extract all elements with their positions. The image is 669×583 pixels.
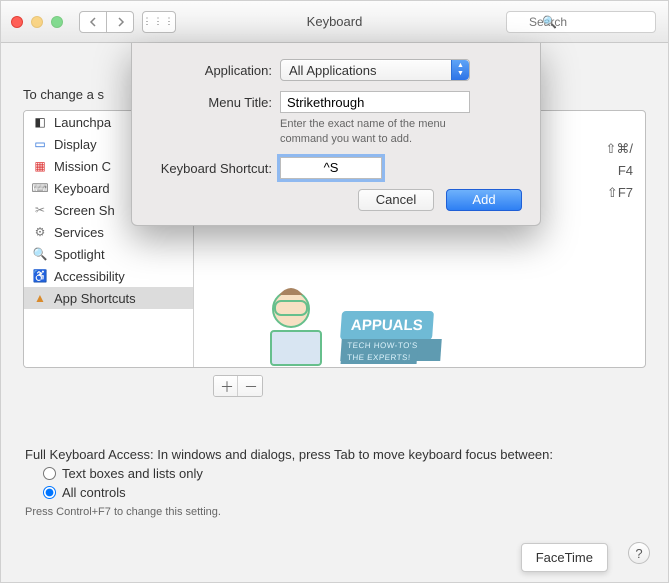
shortcut-input[interactable] <box>280 157 382 179</box>
search-field-wrap: 🔍 <box>506 11 656 33</box>
search-input[interactable] <box>506 11 656 33</box>
sidebar-item-label: Spotlight <box>54 247 105 262</box>
show-all-button[interactable]: ⋮⋮⋮ <box>142 11 176 33</box>
sidebar-item-icon: ▭ <box>32 136 48 152</box>
close-window-button[interactable] <box>11 16 23 28</box>
chevron-right-icon <box>116 17 125 27</box>
shortcut-label: Keyboard Shortcut: <box>150 157 280 176</box>
radio-all-controls[interactable]: All controls <box>43 485 644 500</box>
sidebar-item-label: Display <box>54 137 97 152</box>
sidebar-item-icon: ♿ <box>32 268 48 284</box>
cancel-button[interactable]: Cancel <box>358 189 434 211</box>
sidebar-item[interactable]: 🔍 Spotlight <box>24 243 193 265</box>
popover-label: FaceTime <box>536 550 593 565</box>
radio-textboxes-only[interactable]: Text boxes and lists only <box>43 466 644 481</box>
sidebar-item[interactable]: ▲ App Shortcuts <box>24 287 193 309</box>
add-remove-controls: ＋ － <box>213 375 263 397</box>
top-description-left: To change a s <box>23 87 104 102</box>
bottom-area: Full Keyboard Access: In windows and dia… <box>1 411 668 518</box>
prefs-window: ⋮⋮⋮ Keyboard 🔍 To change a s eys. ◧Launc… <box>0 0 669 583</box>
radio-textboxes-only-input[interactable] <box>43 467 56 480</box>
sidebar-item[interactable]: ♿ Accessibility <box>24 265 193 287</box>
sidebar-item-label: App Shortcuts <box>54 291 136 306</box>
radio-label: Text boxes and lists only <box>62 466 203 481</box>
sidebar-item-icon: ▲ <box>32 290 48 306</box>
traffic-lights <box>11 16 63 28</box>
add-shortcut-button[interactable]: ＋ <box>214 376 238 396</box>
menu-title-help: Enter the exact name of the menu command… <box>280 117 480 147</box>
sidebar-item-icon: ⚙ <box>32 224 48 240</box>
add-shortcut-sheet: Application: All Applications ▲▼ Menu Ti… <box>131 43 541 226</box>
search-icon: 🔍 <box>542 15 557 29</box>
shortcut-display: ⇧⌘/ <box>605 141 633 157</box>
application-popup-value: All Applications <box>289 63 376 78</box>
sidebar-item-label: Services <box>54 225 104 240</box>
radio-all-controls-input[interactable] <box>43 486 56 499</box>
menu-title-label: Menu Title: <box>150 91 280 110</box>
application-label: Application: <box>150 59 280 78</box>
shortcut-display: ⇧F7 <box>607 185 633 201</box>
remove-shortcut-button[interactable]: － <box>238 376 262 396</box>
add-button[interactable]: Add <box>446 189 522 211</box>
minimize-window-button[interactable] <box>31 16 43 28</box>
full-keyboard-access-label: Full Keyboard Access: In windows and dia… <box>25 447 644 462</box>
popup-arrows-icon: ▲▼ <box>451 60 469 80</box>
sidebar-item-icon: ▦ <box>32 158 48 174</box>
menu-title-input[interactable] <box>280 91 470 113</box>
sidebar-item-label: Mission C <box>54 159 111 174</box>
sidebar-item-icon: ⌨ <box>32 180 48 196</box>
full-keyboard-hint: Press Control+F7 to change this setting. <box>25 506 644 518</box>
nav-back-forward: ⋮⋮⋮ <box>79 11 176 33</box>
back-button[interactable] <box>79 11 107 33</box>
help-icon: ? <box>635 546 642 561</box>
facetime-popover[interactable]: FaceTime <box>521 543 608 572</box>
sidebar-item-label: Accessibility <box>54 269 125 284</box>
chevron-left-icon <box>89 17 98 27</box>
application-popup[interactable]: All Applications ▲▼ <box>280 59 470 81</box>
grid-icon: ⋮⋮⋮ <box>143 16 176 27</box>
forward-button[interactable] <box>106 11 134 33</box>
sidebar-item-icon: ◧ <box>32 114 48 130</box>
help-button[interactable]: ? <box>628 542 650 564</box>
shortcut-display: F4 <box>618 163 633 178</box>
sidebar-item-label: Screen Sh <box>54 203 115 218</box>
zoom-window-button[interactable] <box>51 16 63 28</box>
sidebar-item-icon: 🔍 <box>32 246 48 262</box>
sidebar-item-label: Keyboard <box>54 181 110 196</box>
titlebar: ⋮⋮⋮ Keyboard 🔍 <box>1 1 668 43</box>
sidebar-item-icon: ✂ <box>32 202 48 218</box>
sidebar-item-label: Launchpa <box>54 115 111 130</box>
radio-label: All controls <box>62 485 126 500</box>
